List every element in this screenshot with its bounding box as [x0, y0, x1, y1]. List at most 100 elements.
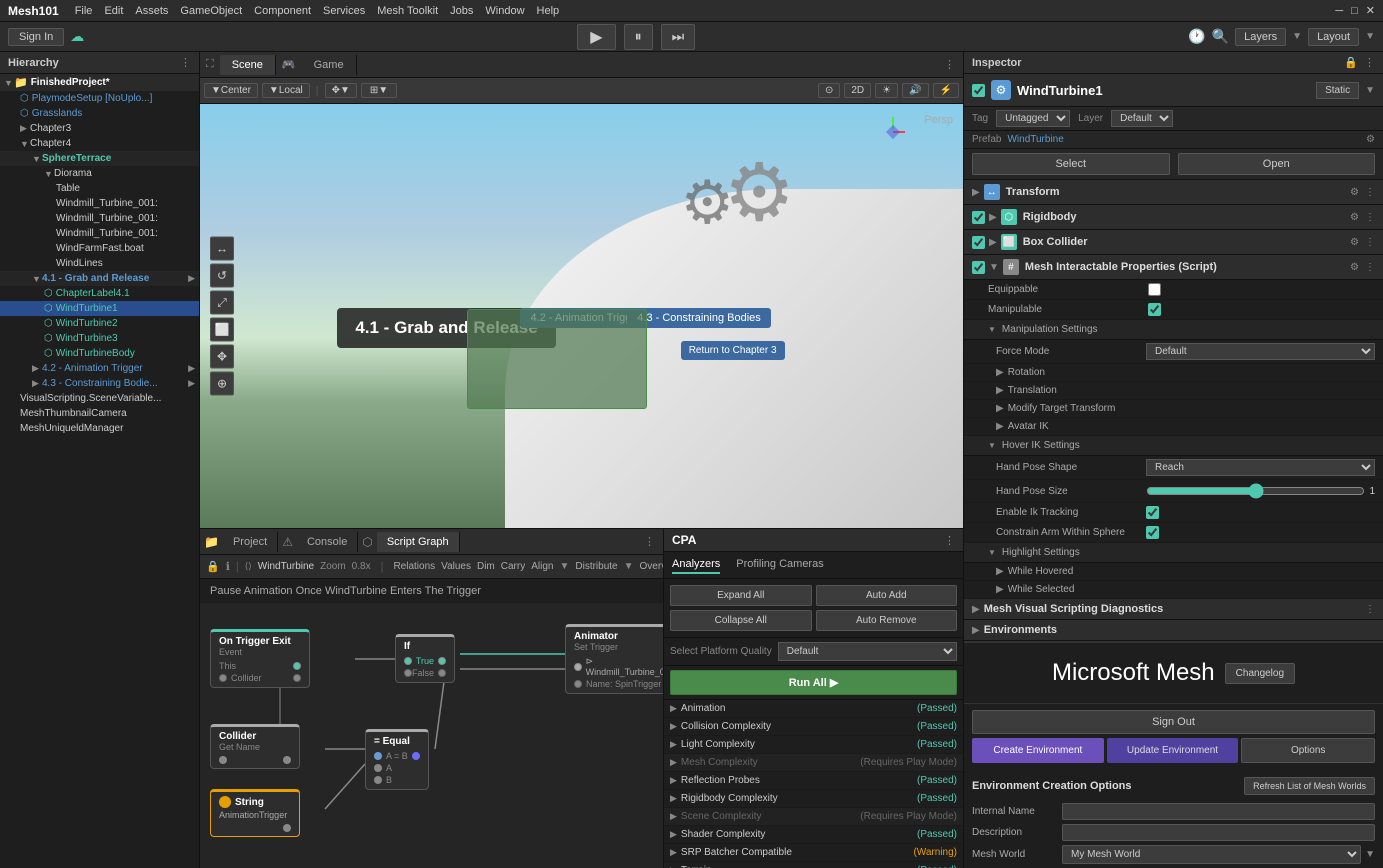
window-minimize[interactable]: ─	[1335, 5, 1343, 17]
result-scene[interactable]: ▶ Scene Complexity (Requires Play Mode)	[664, 808, 963, 826]
tab-profiling[interactable]: Profiling Cameras	[736, 556, 823, 574]
prefab-link[interactable]: WindTurbine	[1007, 134, 1063, 145]
options-tab[interactable]: Options	[1241, 738, 1375, 763]
result-animation[interactable]: ▶ Animation (Passed)	[664, 700, 963, 718]
menu-edit[interactable]: Edit	[104, 5, 123, 17]
history-icon[interactable]: 🕐	[1188, 28, 1205, 45]
tab-analyzers[interactable]: Analyzers	[672, 556, 720, 574]
menu-services[interactable]: Services	[323, 5, 365, 17]
menu-component[interactable]: Component	[254, 5, 311, 17]
result-reflection[interactable]: ▶ Reflection Probes (Passed)	[664, 772, 963, 790]
node-set-trigger[interactable]: Animator Set Trigger ⊳ Windmill_Turbine_…	[565, 624, 663, 694]
cpa-menu-icon[interactable]: ⋮	[944, 534, 955, 547]
collapse-all-button[interactable]: Collapse All	[670, 610, 812, 631]
hand-pose-size-slider[interactable]	[1146, 483, 1365, 499]
pause-button[interactable]: ⏸	[624, 24, 653, 50]
result-light[interactable]: ▶ Light Complexity (Passed)	[664, 736, 963, 754]
tree-item-windturbine2[interactable]: ⬡ WindTurbine2	[0, 316, 199, 331]
tab-project[interactable]: Project	[223, 532, 278, 552]
align-btn[interactable]: Align	[531, 561, 553, 572]
dim-btn[interactable]: Dim	[477, 561, 495, 572]
local-dropdown[interactable]: ▼Local	[262, 83, 310, 98]
static-arrow[interactable]: ▼	[1365, 85, 1375, 96]
scene-menu-icon[interactable]: ⋮	[936, 58, 963, 71]
distribute-btn[interactable]: Distribute	[575, 561, 617, 572]
tree-item-grab-release[interactable]: ▼ 4.1 - Grab and Release ▶	[0, 271, 199, 286]
menu-help[interactable]: Help	[537, 5, 560, 17]
mesh-visual-scripting-row[interactable]: ▶ Mesh Visual Scripting Diagnostics ⋮	[964, 599, 1383, 620]
tab-console[interactable]: Console	[297, 532, 358, 552]
force-mode-select[interactable]: Default	[1146, 343, 1375, 360]
menu-file[interactable]: File	[75, 5, 93, 17]
tree-item-table[interactable]: Table	[0, 181, 199, 196]
menu-assets[interactable]: Assets	[135, 5, 168, 17]
script-graph-canvas[interactable]: On Trigger Exit Event This Collider	[200, 604, 663, 868]
center-dropdown[interactable]: ▼Center	[204, 83, 258, 98]
lighting-btn[interactable]: ☀	[875, 83, 898, 98]
menu-jobs[interactable]: Jobs	[450, 5, 473, 17]
tree-item-animation[interactable]: ▶ 4.2 - Animation Trigger ▶	[0, 361, 199, 376]
tab-scene[interactable]: Scene	[220, 55, 276, 75]
window-close[interactable]: ✕	[1366, 4, 1375, 17]
tree-item-chapter3[interactable]: ▶ Chapter3	[0, 121, 199, 136]
node-string[interactable]: String AnimationTrigger	[210, 789, 300, 837]
equippable-checkbox[interactable]	[1148, 283, 1161, 296]
section-manipulation-settings[interactable]: ▼ Manipulation Settings	[964, 320, 1383, 340]
node-on-trigger-exit[interactable]: On Trigger Exit Event This Collider	[210, 629, 310, 688]
tree-item-windturbine1[interactable]: ⬡ WindTurbine1	[0, 301, 199, 316]
transform-tools[interactable]: ✥▼	[325, 83, 357, 98]
menu-mesh-toolkit[interactable]: Mesh Toolkit	[377, 5, 438, 17]
scale-tool[interactable]: ⤢	[210, 291, 234, 315]
component-rigidbody[interactable]: ▶ ⬡ Rigidbody ⚙ ⋮	[964, 205, 1383, 230]
rigidbody-enabled[interactable]	[972, 211, 985, 224]
move-tool[interactable]: ↔	[210, 237, 234, 261]
pivot-tool[interactable]: ⊞▼	[361, 83, 397, 98]
effects-btn[interactable]: ⚡	[933, 83, 959, 98]
result-mesh[interactable]: ▶ Mesh Complexity (Requires Play Mode)	[664, 754, 963, 772]
tab-game[interactable]: Game	[302, 55, 357, 75]
window-maximize[interactable]: □	[1351, 5, 1358, 17]
tree-item-windmill2[interactable]: Windmill_Turbine_001:	[0, 211, 199, 226]
node-collider-getname[interactable]: Collider Get Name	[210, 724, 300, 769]
menu-window[interactable]: Window	[485, 5, 524, 17]
tree-item-grasslands[interactable]: ⬡ Grasslands	[0, 106, 199, 121]
tree-item-windturbine3[interactable]: ⬡ WindTurbine3	[0, 331, 199, 346]
object-enabled-checkbox[interactable]	[972, 84, 985, 97]
custom-tool[interactable]: ⊕	[210, 372, 234, 396]
relations-btn[interactable]: Relations	[393, 561, 435, 572]
select-button[interactable]: Select	[972, 153, 1170, 175]
node-equal[interactable]: = Equal A = B A B	[365, 729, 429, 790]
open-button[interactable]: Open	[1178, 153, 1376, 175]
tree-item-windmill1[interactable]: Windmill_Turbine_001:	[0, 196, 199, 211]
run-all-button[interactable]: Run All ▶	[670, 670, 957, 695]
rotate-tool[interactable]: ↺	[210, 264, 234, 288]
expand-all-button[interactable]: Expand All	[670, 585, 812, 606]
internal-name-input[interactable]	[1062, 803, 1375, 820]
enable-ik-checkbox[interactable]	[1146, 506, 1159, 519]
tree-item-windmill3[interactable]: Windmill_Turbine_001:	[0, 226, 199, 241]
component-box-collider[interactable]: ▶ ⬜ Box Collider ⚙ ⋮	[964, 230, 1383, 255]
mesh-interactable-enabled[interactable]	[972, 261, 985, 274]
tree-item-camera[interactable]: MeshThumbnailCamera	[0, 406, 199, 421]
layer-select[interactable]: Default	[1111, 110, 1173, 127]
layers-button[interactable]: Layers	[1235, 28, 1286, 46]
tree-item-chapter-label[interactable]: ⬡ ChapterLabel4.1	[0, 286, 199, 301]
section-highlight-settings[interactable]: ▼ Highlight Settings	[964, 543, 1383, 563]
auto-remove-button[interactable]: Auto Remove	[816, 610, 958, 631]
auto-add-button[interactable]: Auto Add	[816, 585, 958, 606]
hand-pose-shape-select[interactable]: Reach	[1146, 459, 1375, 476]
result-srp[interactable]: ▶ SRP Batcher Compatible (Warning)	[664, 844, 963, 862]
update-env-tab[interactable]: Update Environment	[1107, 738, 1239, 763]
tree-item-sphere[interactable]: ▼ SphereTerrace	[0, 151, 199, 166]
values-btn[interactable]: Values	[441, 561, 471, 572]
inspector-menu-icon[interactable]: ⋮	[1364, 56, 1375, 69]
tree-item-finished[interactable]: ▼ 📁 FinishedProject*	[0, 74, 199, 91]
section-hover-ik[interactable]: ▼ Hover IK Settings	[964, 436, 1383, 456]
tree-item-visual[interactable]: VisualScripting.SceneVariable...	[0, 391, 199, 406]
tree-item-manager[interactable]: MeshUniqueldManager	[0, 421, 199, 436]
menu-gameobject[interactable]: GameObject	[180, 5, 242, 17]
result-shader[interactable]: ▶ Shader Complexity (Passed)	[664, 826, 963, 844]
result-terrain[interactable]: ▶ Terrain (Passed)	[664, 862, 963, 868]
2d-btn[interactable]: 2D	[844, 83, 871, 98]
manipulable-checkbox[interactable]	[1148, 303, 1161, 316]
